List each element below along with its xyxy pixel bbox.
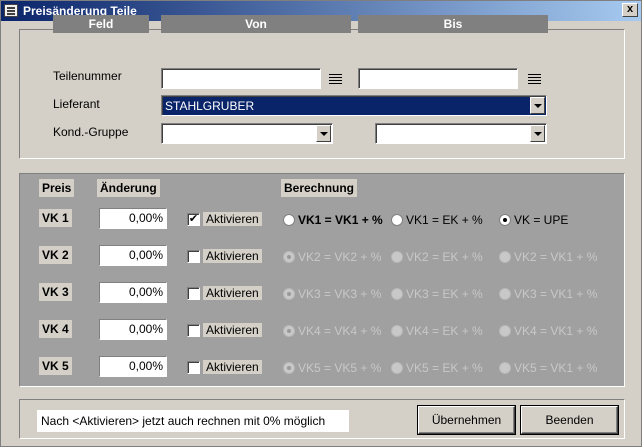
radio-label: VK2 = EK + %	[406, 250, 483, 264]
activate-label: Aktivieren	[203, 249, 262, 263]
radio-dot[interactable]	[283, 214, 295, 226]
vk-label: VK 1	[39, 209, 72, 227]
radio-dot[interactable]	[499, 214, 511, 226]
vk-label: VK 4	[39, 320, 72, 338]
activate-label: Aktivieren	[203, 286, 262, 300]
chevron-down-icon[interactable]	[530, 125, 545, 142]
radio-label: VK5 = VK5 + %	[298, 361, 382, 375]
activate-label: Aktivieren	[203, 212, 262, 226]
checkbox-box[interactable]	[187, 323, 200, 337]
vk-label: VK 5	[39, 357, 72, 375]
kond-gruppe-von-dropdown[interactable]	[161, 123, 333, 144]
label-lieferant: Lieferant	[53, 97, 100, 111]
activate-checkbox[interactable]: ✔ Aktivieren	[187, 211, 262, 227]
radio-dot[interactable]	[283, 288, 295, 300]
radio-label: VK4 = EK + %	[406, 324, 483, 338]
header-preis: Preis	[39, 179, 75, 197]
activate-checkbox[interactable]: Aktivieren	[187, 248, 262, 264]
change-percent-input[interactable]: 0,00%	[99, 282, 167, 303]
vk-label: VK 2	[39, 246, 72, 264]
berechnung-radio[interactable]: VK4 = EK + %	[391, 324, 483, 338]
apply-button[interactable]: Übernehmen	[418, 406, 515, 434]
radio-dot[interactable]	[391, 251, 403, 263]
berechnung-radio[interactable]: VK5 = EK + %	[391, 361, 483, 375]
radio-dot[interactable]	[499, 362, 511, 374]
list-icon[interactable]	[528, 72, 542, 84]
activate-checkbox[interactable]: Aktivieren	[187, 285, 262, 301]
berechnung-radio[interactable]: VK2 = VK1 + %	[499, 250, 597, 264]
close-window-button[interactable]: x	[622, 3, 638, 17]
chevron-down-icon[interactable]	[316, 125, 331, 142]
berechnung-radio[interactable]: VK4 = VK1 + %	[499, 324, 597, 338]
teilenummer-von-input[interactable]	[161, 68, 321, 89]
pricing-panel	[19, 173, 625, 387]
close-label: Beenden	[545, 413, 594, 427]
change-percent-input[interactable]: 0,00%	[99, 319, 167, 340]
info-text: Nach <Aktivieren> jetzt auch rechnen mit…	[37, 410, 349, 432]
kond-gruppe-bis-dropdown[interactable]	[375, 123, 547, 144]
label-teilenummer: Teilenummer	[53, 69, 122, 83]
lieferant-dropdown[interactable]: STAHLGRUBER	[161, 95, 547, 116]
radio-dot[interactable]	[283, 251, 295, 263]
berechnung-radio[interactable]: VK1 = VK1 + %	[283, 213, 383, 227]
radio-dot[interactable]	[499, 325, 511, 337]
app-icon	[4, 4, 18, 17]
header-berechnung: Berechnung	[281, 179, 358, 197]
radio-label: VK1 = EK + %	[406, 213, 483, 227]
radio-label: VK5 = VK1 + %	[514, 361, 598, 375]
radio-label: VK4 = VK1 + %	[514, 324, 598, 338]
radio-label: VK4 = VK4 + %	[298, 324, 382, 338]
apply-label: Übernehmen	[431, 413, 502, 427]
berechnung-radio[interactable]: VK2 = EK + %	[391, 250, 483, 264]
radio-label: VK5 = EK + %	[406, 361, 483, 375]
header-von: Von	[161, 15, 351, 33]
radio-dot[interactable]	[391, 325, 403, 337]
radio-dot[interactable]	[283, 362, 295, 374]
berechnung-radio[interactable]: VK5 = VK5 + %	[283, 361, 381, 375]
radio-label: VK1 = VK1 + %	[298, 213, 383, 227]
dialog-window: Preisänderung Teile x Feld Von Bis Teile…	[0, 0, 642, 447]
change-percent-input[interactable]: 0,00%	[99, 245, 167, 266]
radio-dot[interactable]	[283, 325, 295, 337]
berechnung-radio[interactable]: VK3 = VK3 + %	[283, 287, 381, 301]
radio-dot[interactable]	[391, 288, 403, 300]
activate-label: Aktivieren	[203, 360, 262, 374]
radio-label: VK2 = VK2 + %	[298, 250, 382, 264]
radio-dot[interactable]	[391, 362, 403, 374]
vk-label: VK 3	[39, 283, 72, 301]
checkbox-box[interactable]	[187, 286, 200, 300]
change-percent-input[interactable]: 0,00%	[99, 356, 167, 377]
berechnung-radio[interactable]: VK = UPE	[499, 213, 568, 227]
label-kond-gruppe: Kond.-Gruppe	[53, 125, 129, 139]
berechnung-radio[interactable]: VK2 = VK2 + %	[283, 250, 381, 264]
berechnung-radio[interactable]: VK1 = EK + %	[391, 213, 483, 227]
activate-label: Aktivieren	[203, 323, 262, 337]
radio-dot[interactable]	[391, 214, 403, 226]
radio-label: VK3 = VK3 + %	[298, 287, 382, 301]
radio-dot[interactable]	[499, 251, 511, 263]
teilenummer-bis-input[interactable]	[358, 68, 518, 89]
radio-dot[interactable]	[499, 288, 511, 300]
radio-label: VK3 = VK1 + %	[514, 287, 598, 301]
chevron-down-icon[interactable]	[530, 97, 545, 114]
checkbox-box[interactable]: ✔	[187, 212, 200, 226]
header-aenderung: Änderung	[97, 179, 160, 197]
lieferant-value: STAHLGRUBER	[165, 99, 255, 113]
list-icon[interactable]	[329, 72, 343, 84]
header-feld: Feld	[53, 15, 149, 33]
radio-label: VK2 = VK1 + %	[514, 250, 598, 264]
activate-checkbox[interactable]: Aktivieren	[187, 359, 262, 375]
checkbox-box[interactable]	[187, 360, 200, 374]
berechnung-radio[interactable]: VK3 = EK + %	[391, 287, 483, 301]
berechnung-radio[interactable]: VK3 = VK1 + %	[499, 287, 597, 301]
checkbox-box[interactable]	[187, 249, 200, 263]
berechnung-radio[interactable]: VK5 = VK1 + %	[499, 361, 597, 375]
close-button[interactable]: Beenden	[521, 406, 618, 434]
header-bis: Bis	[358, 15, 548, 33]
activate-checkbox[interactable]: Aktivieren	[187, 322, 262, 338]
radio-label: VK3 = EK + %	[406, 287, 483, 301]
berechnung-radio[interactable]: VK4 = VK4 + %	[283, 324, 381, 338]
change-percent-input[interactable]: 0,00%	[99, 208, 167, 229]
radio-label: VK = UPE	[514, 213, 569, 227]
